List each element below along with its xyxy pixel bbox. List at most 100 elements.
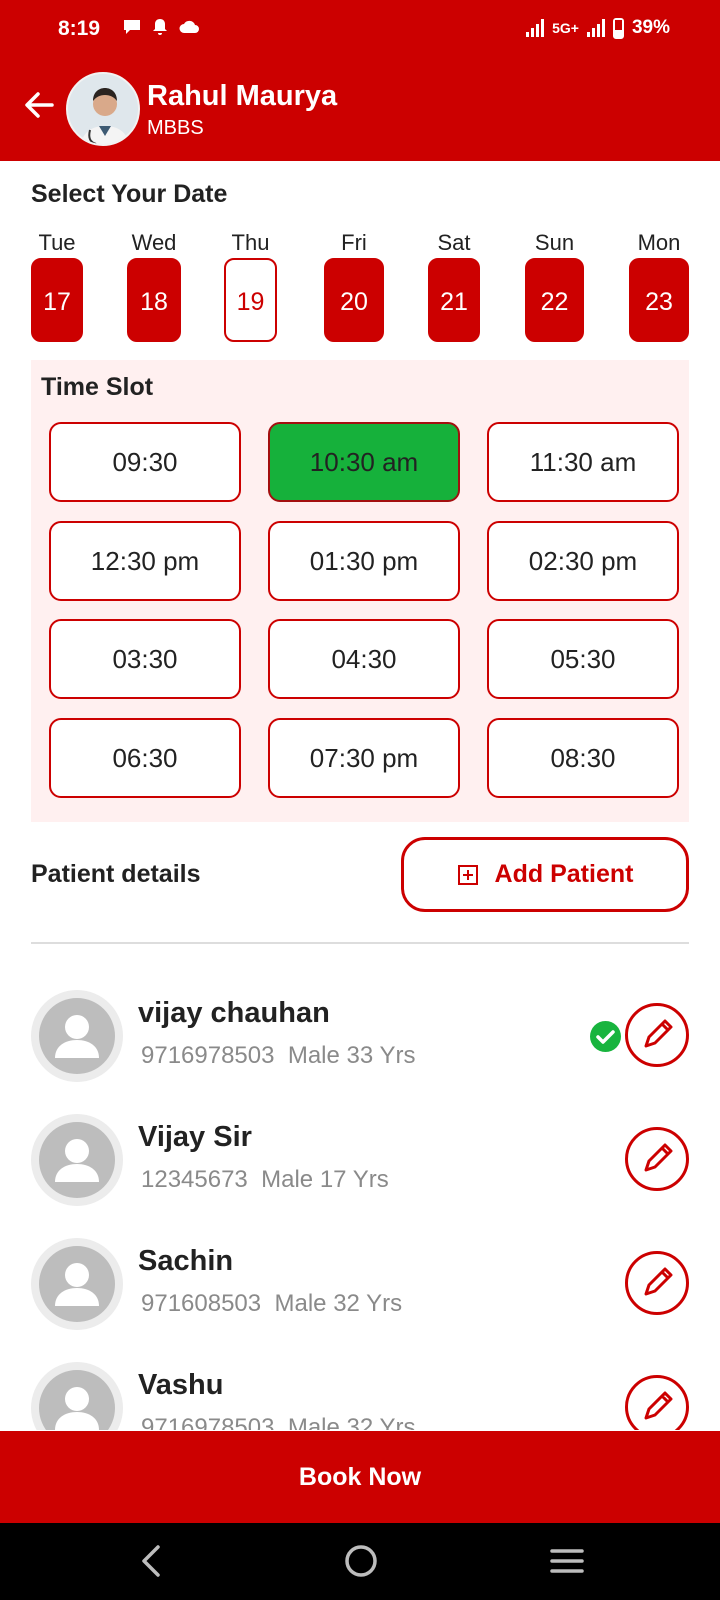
- day-sat[interactable]: Sat 21: [428, 228, 480, 342]
- patient-phone: 9716978503: [141, 1414, 275, 1430]
- patient-age: 17 Yrs: [319, 1166, 389, 1193]
- doctor-name: Rahul Maurya: [147, 80, 338, 112]
- day-date[interactable]: 23: [629, 258, 689, 342]
- time-slot[interactable]: 09:30: [49, 422, 241, 502]
- time-slot[interactable]: 12:30 pm: [49, 521, 241, 601]
- patient-phone: 971608503: [141, 1290, 262, 1317]
- network-type: 5G+: [552, 20, 579, 36]
- system-nav-bar: [0, 1523, 720, 1600]
- patient-name: Vashu: [138, 1369, 224, 1401]
- day-date[interactable]: 22: [525, 258, 584, 342]
- patient-info: 971608503 Male 32 Yrs: [141, 1290, 402, 1318]
- book-now-button[interactable]: Book Now: [0, 1431, 720, 1523]
- time-slot[interactable]: 07:30 pm: [268, 718, 460, 798]
- time-slot[interactable]: 06:30: [49, 718, 241, 798]
- day-sun[interactable]: Sun 22: [525, 228, 584, 342]
- patient-details-title: Patient details: [31, 860, 201, 888]
- doctor-photo-icon: [68, 74, 138, 144]
- status-time: 8:19: [58, 17, 101, 40]
- patient-row[interactable]: Vashu 9716978503 Male 32 Yrs: [0, 1317, 720, 1430]
- patient-name: vijay chauhan: [138, 997, 330, 1029]
- date-section-title: Select Your Date: [31, 180, 228, 208]
- cloud-icon: [179, 20, 199, 33]
- patient-gender: Male: [287, 1414, 340, 1430]
- patient-row[interactable]: vijay chauhan 9716978503 Male 33 Yrs: [0, 945, 720, 1082]
- day-tue[interactable]: Tue 17: [31, 228, 83, 342]
- user-icon: [55, 1387, 99, 1430]
- day-fri[interactable]: Fri 20: [324, 228, 384, 342]
- time-slot-panel: Time Slot 09:30 10:30 am 11:30 am 12:30 …: [31, 360, 689, 822]
- bell-icon: [153, 19, 167, 35]
- nav-recents-icon[interactable]: [549, 1547, 585, 1575]
- nav-back-icon[interactable]: [138, 1543, 166, 1579]
- day-date-selected[interactable]: 19: [224, 258, 277, 342]
- day-name: Mon: [637, 230, 681, 255]
- add-patient-label: Add Patient: [494, 860, 634, 888]
- patient-name: Vijay Sir: [138, 1121, 252, 1153]
- patient-gender: Male: [287, 1042, 340, 1069]
- chat-icon: [124, 20, 140, 34]
- check-circle-icon: [590, 1021, 621, 1052]
- patient-info: 9716978503 Male 33 Yrs: [141, 1042, 415, 1070]
- day-wed[interactable]: Wed 18: [127, 228, 181, 342]
- day-date[interactable]: 21: [428, 258, 480, 342]
- status-bar: 8:19 5G+ 39%: [0, 0, 720, 60]
- pencil-icon: [644, 1019, 673, 1048]
- user-icon: [55, 1139, 99, 1182]
- signal-icon-2: [586, 19, 605, 37]
- edit-patient-button[interactable]: [625, 1127, 689, 1191]
- add-box-icon: [457, 864, 478, 885]
- time-slot-selected[interactable]: 10:30 am: [268, 422, 460, 502]
- edit-patient-button[interactable]: [625, 1251, 689, 1315]
- day-name: Tue: [38, 230, 76, 255]
- doctor-avatar: [66, 72, 140, 146]
- time-slot[interactable]: 03:30: [49, 619, 241, 699]
- day-name: Wed: [131, 230, 177, 255]
- divider: [31, 942, 689, 944]
- doctor-degree: MBBS: [147, 117, 204, 139]
- patient-avatar: [31, 1362, 123, 1430]
- time-slot[interactable]: 02:30 pm: [487, 521, 679, 601]
- day-mon[interactable]: Mon 23: [629, 228, 689, 342]
- patient-info: 9716978503 Male 32 Yrs: [141, 1414, 415, 1430]
- patient-name: Sachin: [138, 1245, 234, 1277]
- battery-percent: 39%: [631, 17, 670, 38]
- day-name: Fri: [341, 230, 367, 255]
- day-name: Thu: [231, 230, 270, 255]
- day-name: Sun: [534, 230, 575, 255]
- day-date[interactable]: 18: [127, 258, 181, 342]
- nav-home-icon[interactable]: [343, 1543, 379, 1579]
- edit-patient-button[interactable]: [625, 1003, 689, 1067]
- day-date[interactable]: 17: [31, 258, 83, 342]
- patient-phone: 9716978503: [141, 1042, 275, 1069]
- pencil-icon: [644, 1143, 673, 1172]
- patient-row[interactable]: Vijay Sir 12345673 Male 17 Yrs: [0, 1069, 720, 1206]
- pencil-icon: [644, 1267, 673, 1296]
- time-slot[interactable]: 04:30: [268, 619, 460, 699]
- app-header: 8:19 5G+ 39% Rahul Maurya MBBS: [0, 0, 720, 161]
- patient-row[interactable]: Sachin 971608503 Male 32 Yrs: [0, 1193, 720, 1330]
- battery-icon: [612, 17, 624, 39]
- patient-phone: 12345673: [141, 1166, 248, 1193]
- date-picker: Tue 17 Wed 18 Thu 19 Fri 20 Sat 21 Sun 2…: [31, 228, 689, 348]
- user-icon: [55, 1015, 99, 1058]
- time-slot[interactable]: 11:30 am: [487, 422, 679, 502]
- edit-patient-button[interactable]: [625, 1375, 689, 1430]
- patient-info: 12345673 Male 17 Yrs: [141, 1166, 389, 1194]
- user-icon: [55, 1263, 99, 1306]
- pencil-icon: [644, 1391, 673, 1420]
- patient-age: 32 Yrs: [333, 1290, 403, 1317]
- add-patient-button[interactable]: Add Patient: [401, 837, 689, 912]
- patient-age: 32 Yrs: [346, 1414, 416, 1430]
- day-name: Sat: [437, 230, 471, 255]
- patient-list: vijay chauhan 9716978503 Male 33 Yrs Vij…: [0, 945, 720, 1430]
- time-slot[interactable]: 05:30: [487, 619, 679, 699]
- back-arrow-icon[interactable]: [22, 88, 56, 122]
- time-slot[interactable]: 01:30 pm: [268, 521, 460, 601]
- signal-icon: [526, 19, 545, 37]
- day-date[interactable]: 20: [324, 258, 384, 342]
- day-thu[interactable]: Thu 19: [224, 228, 277, 342]
- time-slot[interactable]: 08:30: [487, 718, 679, 798]
- status-left-icons: [122, 18, 200, 36]
- patient-gender: Male: [274, 1290, 327, 1317]
